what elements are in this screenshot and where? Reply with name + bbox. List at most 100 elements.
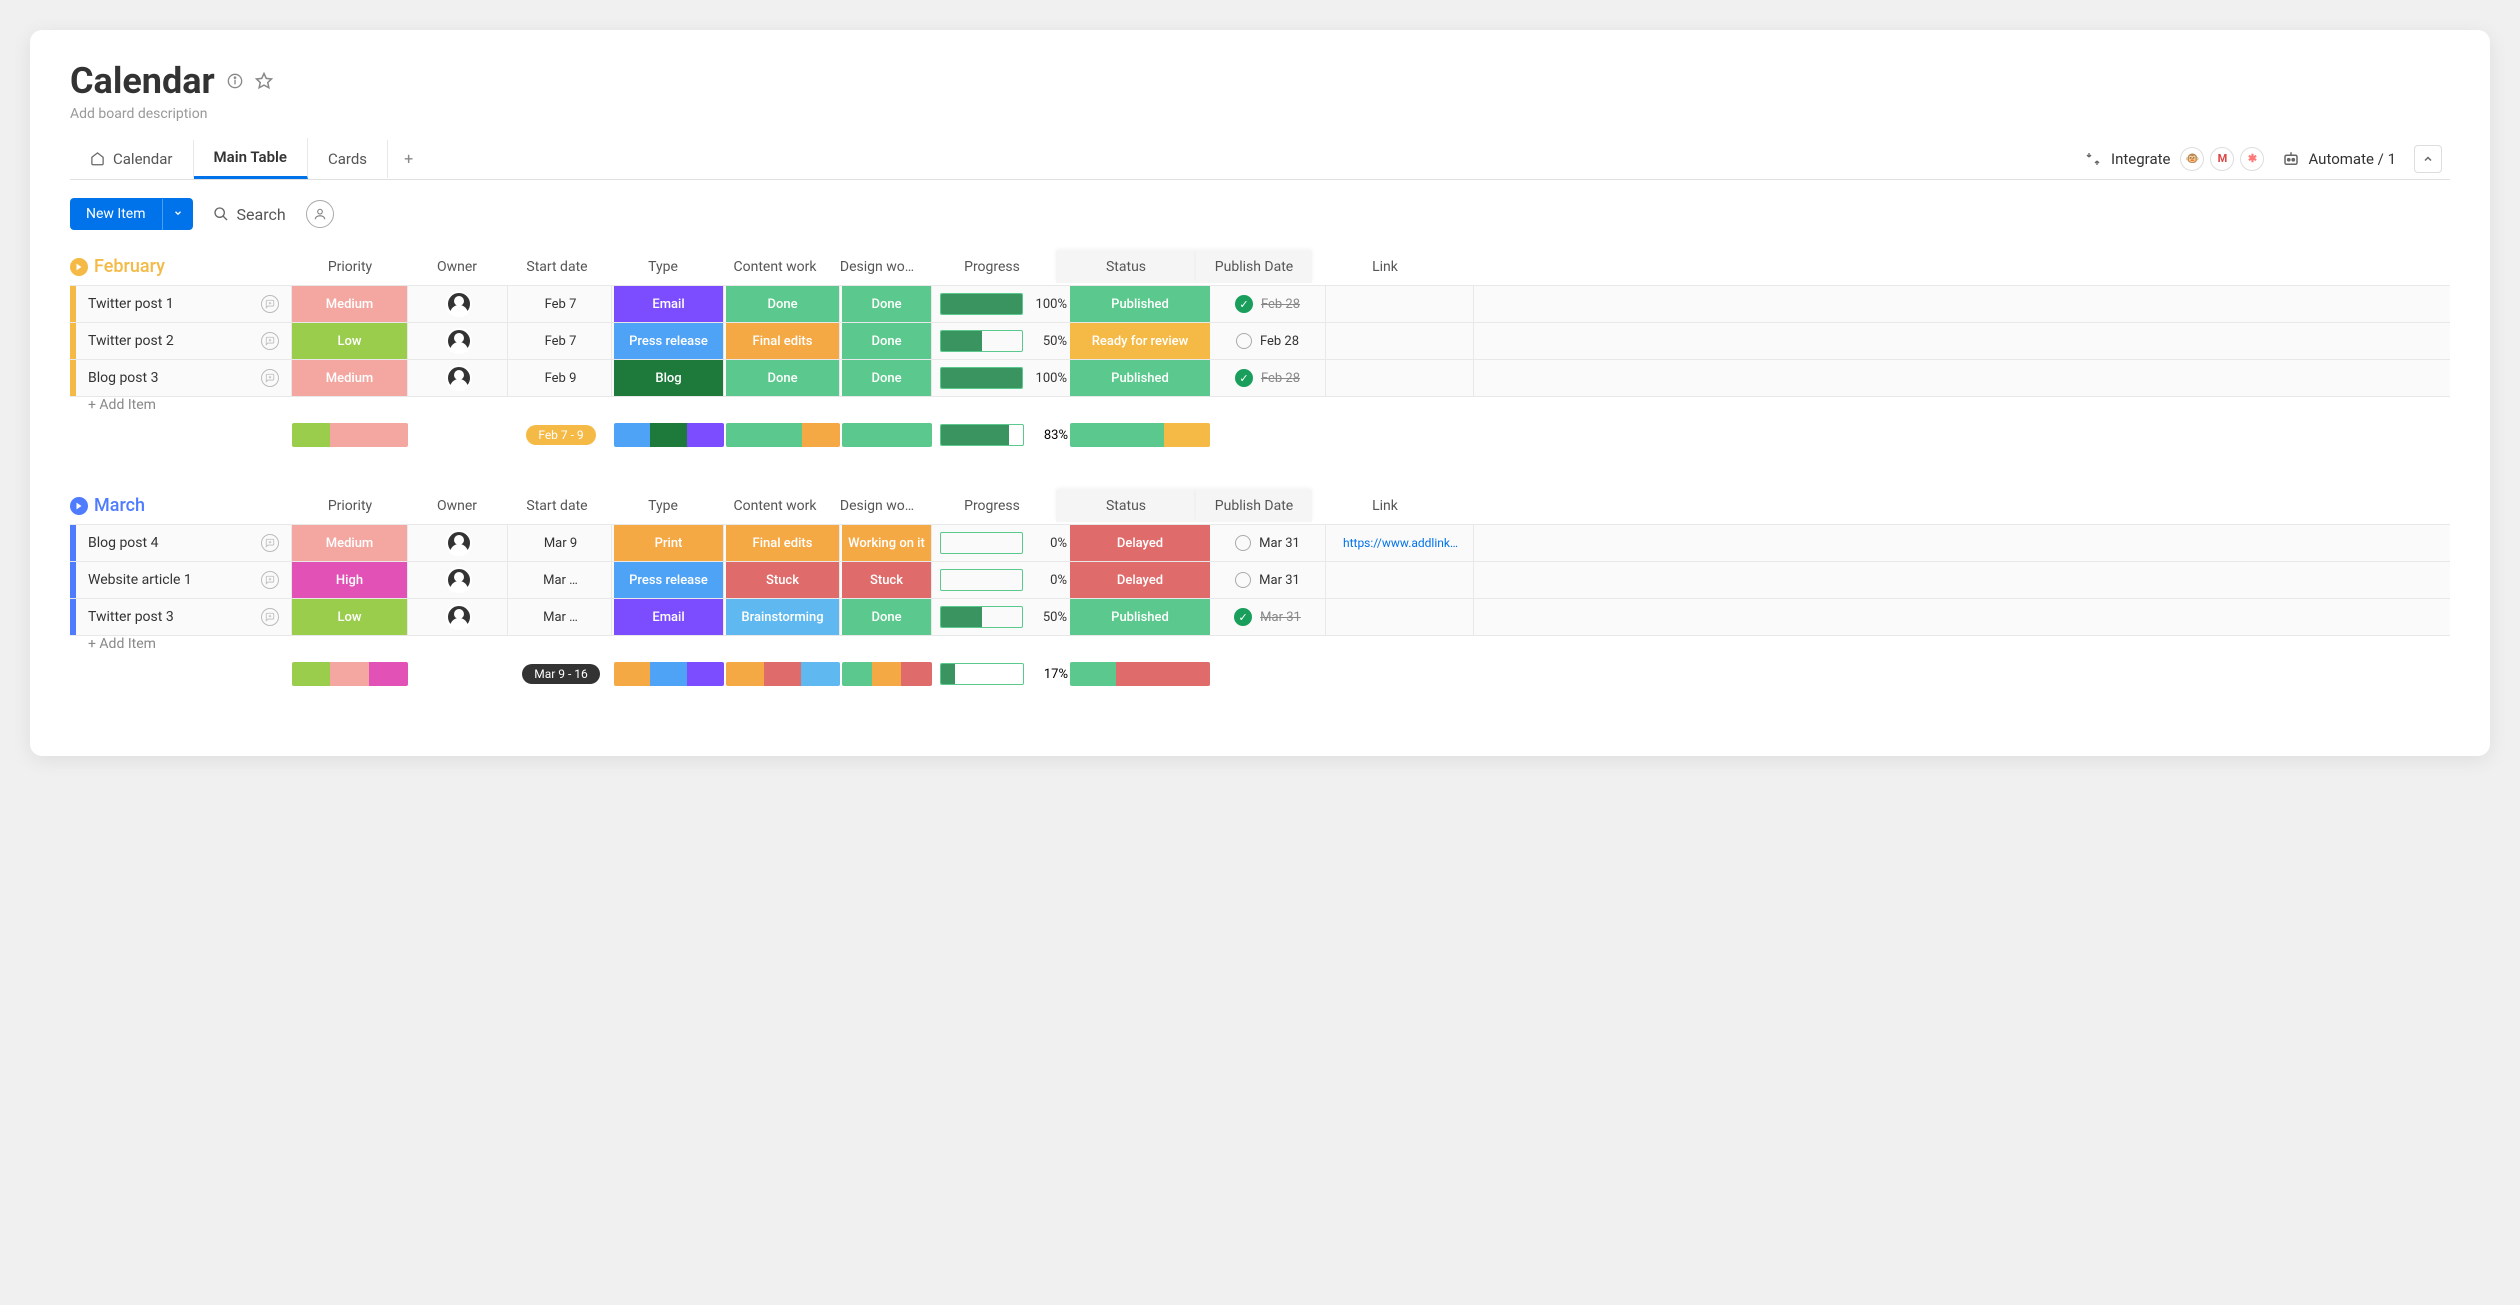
summary-design[interactable] [842, 662, 932, 686]
board-title[interactable]: Calendar [70, 60, 215, 102]
owner-cell[interactable] [410, 360, 508, 396]
summary-status[interactable] [1070, 662, 1210, 686]
column-owner[interactable]: Owner [408, 251, 506, 283]
column-type[interactable]: Type [608, 490, 718, 522]
summary-priority[interactable] [292, 662, 408, 686]
design-work-cell[interactable]: Done [842, 323, 932, 359]
summary-content[interactable] [726, 662, 840, 686]
automate-button[interactable]: Automate / 1 [2282, 150, 2396, 168]
column-start-date[interactable]: Start date [506, 490, 608, 522]
design-work-cell[interactable]: Working on it [842, 525, 932, 561]
type-cell[interactable]: Blog [614, 360, 724, 396]
link-cell[interactable] [1328, 562, 1474, 598]
status-cell[interactable]: Ready for review [1070, 323, 1210, 359]
publish-date-cell[interactable]: ✓ Feb 28 [1210, 286, 1326, 322]
person-filter-button[interactable] [306, 200, 334, 228]
status-cell[interactable]: Delayed [1070, 525, 1210, 561]
search-button[interactable]: Search [213, 205, 286, 224]
summary-design[interactable] [842, 423, 932, 447]
expand-icon[interactable] [261, 369, 279, 387]
design-work-cell[interactable]: Done [842, 360, 932, 396]
summary-type[interactable] [614, 662, 724, 686]
progress-cell[interactable]: 0% [934, 562, 1074, 598]
priority-cell[interactable]: Medium [292, 360, 408, 396]
publish-date-cell[interactable]: Mar 31 [1210, 562, 1326, 598]
status-cell[interactable]: Delayed [1070, 562, 1210, 598]
priority-cell[interactable]: High [292, 562, 408, 598]
column-priority[interactable]: Priority [292, 490, 408, 522]
column-content-work[interactable]: Content work [718, 490, 832, 522]
link-cell[interactable] [1328, 599, 1474, 635]
priority-cell[interactable]: Low [292, 599, 408, 635]
tab-main-table[interactable]: Main Table [194, 138, 308, 179]
gmail-icon[interactable]: M [2210, 147, 2234, 171]
owner-cell[interactable] [410, 323, 508, 359]
expand-icon[interactable] [261, 571, 279, 589]
owner-cell[interactable] [410, 525, 508, 561]
content-work-cell[interactable]: Stuck [726, 562, 840, 598]
design-work-cell[interactable]: Stuck [842, 562, 932, 598]
link-cell[interactable] [1328, 323, 1474, 359]
content-work-cell[interactable]: Brainstorming [726, 599, 840, 635]
mailchimp-icon[interactable]: 🐵 [2180, 147, 2204, 171]
summary-content[interactable] [726, 423, 840, 447]
group-name[interactable]: February [94, 248, 292, 285]
column-link[interactable]: Link [1312, 251, 1458, 283]
expand-icon[interactable] [261, 332, 279, 350]
summary-type[interactable] [614, 423, 724, 447]
type-cell[interactable]: Press release [614, 562, 724, 598]
column-publish-date[interactable]: Publish Date [1196, 490, 1312, 522]
integrate-button[interactable]: Integrate 🐵 M ✱ [2085, 147, 2264, 171]
info-icon[interactable] [227, 73, 243, 89]
start-date-cell[interactable]: Mar … [510, 599, 612, 635]
publish-date-cell[interactable]: Mar 31 [1210, 525, 1326, 561]
group-name[interactable]: March [94, 487, 292, 524]
group-toggle[interactable] [70, 258, 88, 276]
priority-cell[interactable]: Medium [292, 286, 408, 322]
column-progress[interactable]: Progress [922, 251, 1062, 283]
start-date-cell[interactable]: Feb 9 [510, 360, 612, 396]
type-cell[interactable]: Email [614, 599, 724, 635]
item-name-cell[interactable]: Blog post 3 [76, 360, 292, 396]
new-item-button[interactable]: New Item [70, 198, 193, 230]
owner-cell[interactable] [410, 562, 508, 598]
start-date-cell[interactable]: Feb 7 [510, 286, 612, 322]
column-type[interactable]: Type [608, 251, 718, 283]
link-cell[interactable] [1328, 286, 1474, 322]
board-subtitle[interactable]: Add board description [70, 106, 2450, 122]
expand-icon[interactable] [261, 608, 279, 626]
status-cell[interactable]: Published [1070, 286, 1210, 322]
item-name-cell[interactable]: Blog post 4 [76, 525, 292, 561]
summary-progress[interactable]: 83% [934, 423, 1074, 447]
add-item-row[interactable]: + Add Item [70, 396, 2450, 413]
priority-cell[interactable]: Low [292, 323, 408, 359]
add-item-row[interactable]: + Add Item [70, 635, 2450, 652]
item-name-cell[interactable]: Twitter post 3 [76, 599, 292, 635]
priority-cell[interactable]: Medium [292, 525, 408, 561]
publish-date-cell[interactable]: ✓ Feb 28 [1210, 360, 1326, 396]
status-cell[interactable]: Published [1070, 599, 1210, 635]
column-status[interactable]: Status [1056, 251, 1196, 283]
summary-progress[interactable]: 17% [934, 662, 1074, 686]
start-date-cell[interactable]: Feb 7 [510, 323, 612, 359]
add-tab-button[interactable]: + [388, 139, 429, 178]
publish-date-cell[interactable]: ✓ Mar 31 [1210, 599, 1326, 635]
progress-cell[interactable]: 50% [934, 599, 1074, 635]
column-start-date[interactable]: Start date [506, 251, 608, 283]
expand-icon[interactable] [261, 295, 279, 313]
item-name-cell[interactable]: Twitter post 1 [76, 286, 292, 322]
progress-cell[interactable]: 50% [934, 323, 1074, 359]
design-work-cell[interactable]: Done [842, 599, 932, 635]
column-priority[interactable]: Priority [292, 251, 408, 283]
summary-status[interactable] [1070, 423, 1210, 447]
summary-date-range[interactable]: Mar 9 - 16 [510, 662, 612, 686]
group-toggle[interactable] [70, 497, 88, 515]
star-icon[interactable] [255, 72, 273, 90]
chevron-down-icon[interactable] [162, 199, 193, 230]
design-work-cell[interactable]: Done [842, 286, 932, 322]
item-name-cell[interactable]: Twitter post 2 [76, 323, 292, 359]
start-date-cell[interactable]: Mar 9 [510, 525, 612, 561]
content-work-cell[interactable]: Done [726, 286, 840, 322]
owner-cell[interactable] [410, 599, 508, 635]
expand-icon[interactable] [261, 534, 279, 552]
